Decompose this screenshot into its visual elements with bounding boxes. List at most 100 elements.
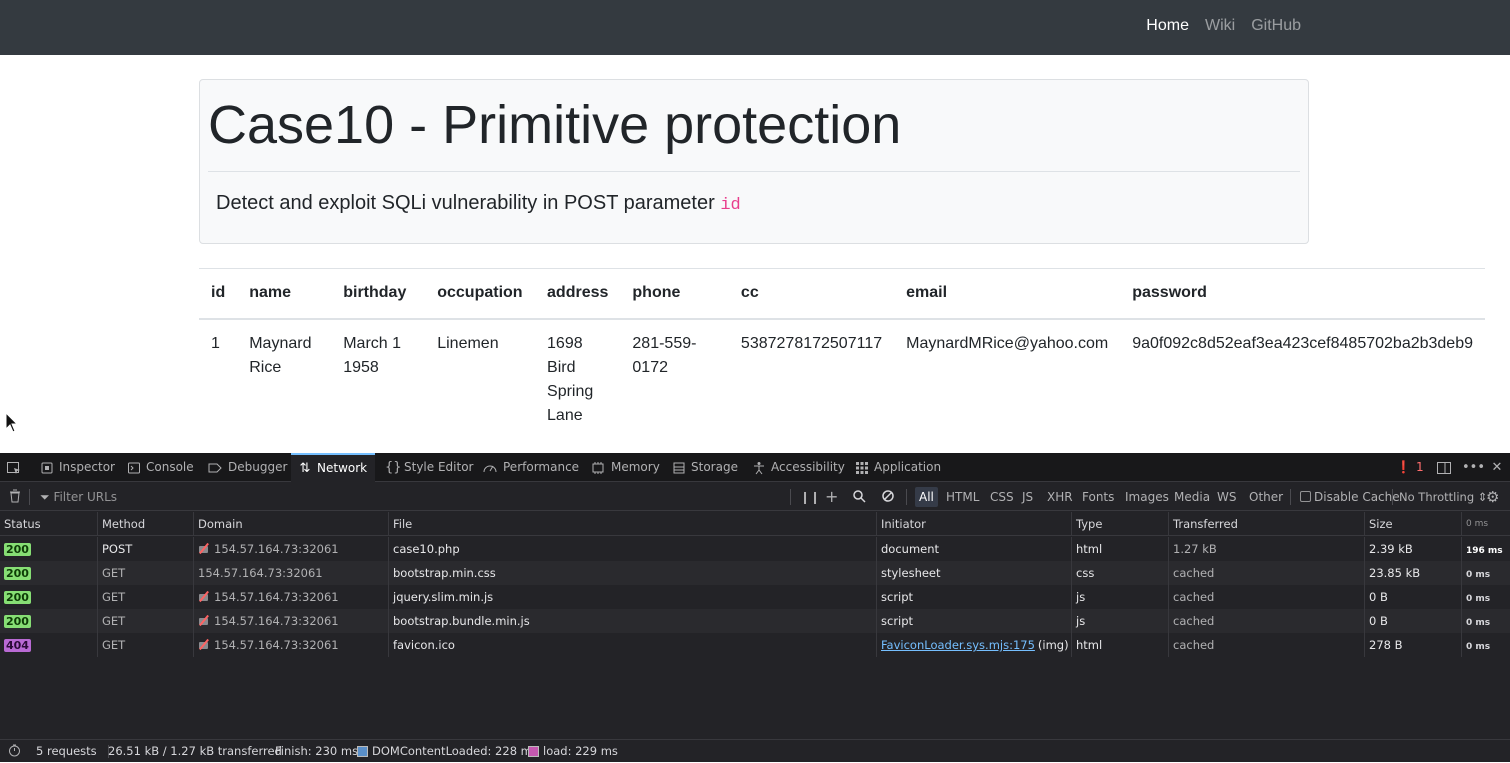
request-cell-method: POST — [97, 537, 193, 561]
request-cell-domain: 154.57.164.73:32061 — [193, 609, 388, 633]
col-initiator[interactable]: Initiator — [876, 512, 1071, 536]
block-button[interactable] — [881, 483, 895, 511]
request-transferred-text: cached — [1173, 614, 1215, 628]
lead-text: Detect and exploit SQLi vulnerability in… — [216, 192, 741, 215]
tab-inspector[interactable]: Inspector — [40, 453, 115, 482]
col-status[interactable]: Status — [0, 512, 97, 536]
filter-icon: ⏷ — [40, 490, 50, 504]
toolbar-separator — [790, 489, 791, 505]
ellipsis-icon: ••• — [1462, 460, 1486, 475]
search-icon — [853, 490, 866, 503]
add-request-button[interactable]: + — [825, 483, 838, 511]
pause-button[interactable]: ❙❙ — [800, 483, 820, 511]
tab-memory[interactable]: Memory — [590, 453, 660, 482]
requests-count: 5 requests — [36, 744, 97, 758]
col-method[interactable]: Method — [97, 512, 193, 536]
request-file-text: bootstrap.min.css — [393, 566, 496, 580]
request-cell-domain: 154.57.164.73:32061 — [193, 633, 388, 657]
filter-other-button[interactable]: Other — [1245, 483, 1287, 511]
page-title: Case10 - Primitive protection — [208, 95, 902, 155]
filter-xhr-button[interactable]: XHR — [1043, 483, 1077, 511]
col-waterfall[interactable]: 0 ms — [1461, 512, 1510, 536]
initiator-link[interactable]: FaviconLoader.sys.mjs:175 — [881, 638, 1035, 652]
tab-performance[interactable]: Performance — [482, 453, 579, 482]
filter-all-button[interactable]: All — [915, 487, 938, 507]
request-cell-domain: 154.57.164.73:32061 — [193, 561, 388, 585]
request-row[interactable]: 200 GET 154.57.164.73:32061 bootstrap.min.c… — [0, 561, 1510, 585]
col-header-password: password — [1120, 268, 1485, 320]
request-size-text: 2.39 kB — [1369, 542, 1413, 556]
close-devtools-button[interactable]: ✕ — [1490, 453, 1504, 482]
col-header-email: email — [894, 268, 1121, 320]
memory-chip-icon — [592, 461, 604, 474]
tab-application-label: Application — [874, 460, 942, 474]
filter-css-button[interactable]: CSS — [986, 483, 1018, 511]
performance-analysis-button[interactable] — [8, 740, 21, 763]
request-cell-file: jquery.slim.min.js — [388, 585, 876, 609]
filter-ws-button[interactable]: WS — [1213, 483, 1240, 511]
request-type-text: html — [1076, 638, 1103, 652]
tab-console[interactable]: Console — [127, 453, 194, 482]
filter-images-button[interactable]: Images — [1121, 483, 1173, 511]
initiator-extra: (img) — [1037, 638, 1069, 652]
request-cell-transferred: cached — [1168, 633, 1364, 657]
initiator-text: script — [881, 590, 914, 604]
pause-icon: ❙❙ — [800, 490, 821, 504]
request-cell-status: 200 — [0, 537, 97, 561]
col-size[interactable]: Size — [1364, 512, 1461, 536]
nav-link-wiki[interactable]: Wiki — [1205, 17, 1235, 35]
network-settings-button[interactable]: ⚙ — [1486, 483, 1499, 511]
element-picker-button[interactable] — [6, 453, 22, 482]
request-cell-status: 200 — [0, 609, 97, 633]
col-header-address: address — [535, 268, 621, 320]
dock-side-button[interactable] — [1436, 453, 1452, 482]
request-transferred-text: cached — [1173, 566, 1215, 580]
search-button[interactable] — [852, 483, 866, 511]
nav-link-github[interactable]: GitHub — [1251, 17, 1301, 35]
request-cell-transferred: 1.27 kB — [1168, 537, 1364, 561]
cell-birthday: March 1 1958 — [331, 318, 426, 440]
request-row[interactable]: 200 GET 154.57.164.73:32061 bootstrap.bundl… — [0, 609, 1510, 633]
more-options-button[interactable]: ••• — [1462, 453, 1486, 482]
clear-requests-button[interactable] — [8, 483, 22, 511]
nav-link-home[interactable]: Home — [1146, 17, 1189, 35]
transferred-summary: 26.51 kB / 1.27 kB transferred — [108, 740, 282, 763]
col-domain[interactable]: Domain — [193, 512, 388, 536]
col-header-name: name — [237, 268, 332, 320]
tab-storage-label: Storage — [691, 460, 738, 474]
col-type[interactable]: Type — [1071, 512, 1168, 536]
tab-debugger[interactable]: Debugger — [207, 453, 287, 482]
request-size-text: 23.85 kB — [1369, 566, 1421, 580]
filter-urls-input[interactable]: ⏷ Filter URLs — [40, 483, 780, 511]
col-transferred[interactable]: Transferred — [1168, 512, 1364, 536]
col-file[interactable]: File — [388, 512, 876, 536]
initiator-text: script — [881, 614, 914, 628]
request-method-text: GET — [102, 614, 126, 628]
plus-icon: + — [825, 487, 839, 506]
request-cell-time: 0 ms — [1461, 561, 1510, 585]
request-cell-time: 196 ms — [1461, 537, 1510, 561]
tab-application[interactable]: Application — [855, 453, 941, 482]
disable-cache-label: Disable Cache — [1314, 490, 1400, 504]
tab-accessibility[interactable]: Accessibility — [752, 453, 845, 482]
throttling-select[interactable]: No Throttling ⇕ — [1399, 483, 1487, 511]
filter-html-button[interactable]: HTML — [942, 483, 983, 511]
tab-storage[interactable]: Storage — [672, 453, 738, 482]
request-cell-domain: 154.57.164.73:32061 — [193, 585, 388, 609]
request-row[interactable]: 200 POST 154.57.164.73:32061 case10.php docu… — [0, 537, 1510, 561]
request-row[interactable]: 200 GET 154.57.164.73:32061 jquery.slim.min… — [0, 585, 1510, 609]
mouse-cursor-icon — [5, 412, 19, 433]
tab-network[interactable]: ⇅ Network — [291, 453, 375, 482]
tab-style-editor-label: Style Editor — [404, 460, 474, 474]
request-row[interactable]: 404 GET 154.57.164.73:32061 favicon.ico Favi… — [0, 633, 1510, 657]
users-table: id name birthday occupation address phon… — [199, 268, 1485, 440]
request-time-text: 0 ms — [1466, 618, 1491, 628]
tab-memory-label: Memory — [611, 460, 660, 474]
tab-style-editor[interactable]: {} Style Editor — [385, 453, 473, 482]
disable-cache-checkbox[interactable]: Disable Cache — [1300, 483, 1400, 511]
filter-js-button[interactable]: JS — [1018, 483, 1037, 511]
error-count-button[interactable]: ❗ 1 — [1396, 453, 1424, 482]
filter-fonts-button[interactable]: Fonts — [1078, 483, 1118, 511]
request-domain-text: 154.57.164.73:32061 — [214, 638, 339, 652]
filter-media-button[interactable]: Media — [1170, 483, 1214, 511]
